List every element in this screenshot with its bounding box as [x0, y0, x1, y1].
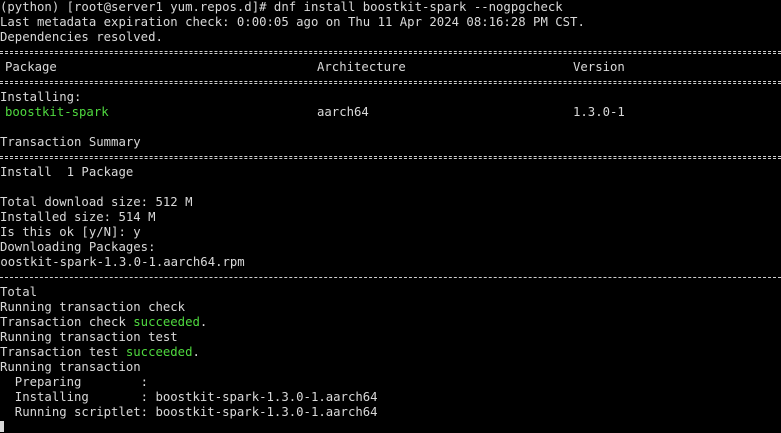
table-row: boostkit-spark aarch64 1.3.0-1 — [0, 105, 781, 120]
running-transaction-line: Running transaction — [0, 360, 141, 374]
table-header-row: Package Architecture Version — [0, 60, 781, 75]
header-architecture: Architecture — [317, 60, 406, 74]
download-divider — [0, 270, 781, 285]
transaction-summary-title: Transaction Summary — [0, 135, 141, 149]
command-prompt-line: (python) [root@server1 yum.repos.d]# dnf… — [0, 0, 563, 14]
preparing-line: Preparing : — [0, 375, 149, 389]
installing-progress-line: Installing : boostkit-spark-1.3.0-1.aarc… — [0, 390, 378, 404]
download-size-line: Total download size: 512 M — [0, 195, 193, 209]
check-result-suffix: . — [199, 315, 208, 329]
installing-label: Installing: — [0, 90, 82, 104]
test-running-line: Running transaction test — [0, 330, 178, 344]
check-result-line: Transaction check succeeded. — [0, 315, 207, 330]
dependencies-resolved-line: Dependencies resolved. — [0, 30, 163, 44]
downloading-packages-line: Downloading Packages: — [0, 240, 156, 254]
check-running-line: Running transaction check — [0, 300, 186, 314]
test-result-suffix: . — [192, 345, 200, 359]
metadata-check-line: Last metadata expiration check: 0:00:05 … — [0, 15, 585, 29]
rpm-file-line: boostkit-spark-1.3.0-1.aarch64.rpm — [0, 255, 245, 269]
row-version: 1.3.0-1 — [573, 105, 625, 119]
confirm-prompt-line: Is this ok [y/N]: y — [0, 225, 141, 239]
installed-size-line: Installed size: 514 M — [0, 210, 156, 224]
header-version: Version — [573, 60, 625, 74]
check-result-prefix: Transaction check — [0, 315, 134, 329]
table-top-divider — [0, 45, 781, 60]
install-count-line: Install 1 Package — [0, 165, 134, 179]
test-result-status: succeeded — [125, 345, 193, 359]
scriptlet-line: Running scriptlet: boostkit-spark-1.3.0-… — [0, 405, 378, 419]
test-result-prefix: Transaction test — [0, 345, 126, 359]
table-header-divider — [0, 75, 781, 90]
row-architecture: aarch64 — [317, 105, 369, 119]
check-result-status: succeeded — [133, 315, 200, 329]
row-package: boostkit-spark — [5, 105, 109, 119]
total-line: Total — [0, 285, 38, 299]
summary-divider — [0, 150, 781, 165]
terminal-window[interactable]: (python) [root@server1 yum.repos.d]# dnf… — [0, 0, 781, 433]
test-result-line: Transaction test succeeded. — [0, 345, 200, 360]
header-package: Package — [5, 60, 57, 74]
terminal-cursor — [0, 421, 4, 432]
